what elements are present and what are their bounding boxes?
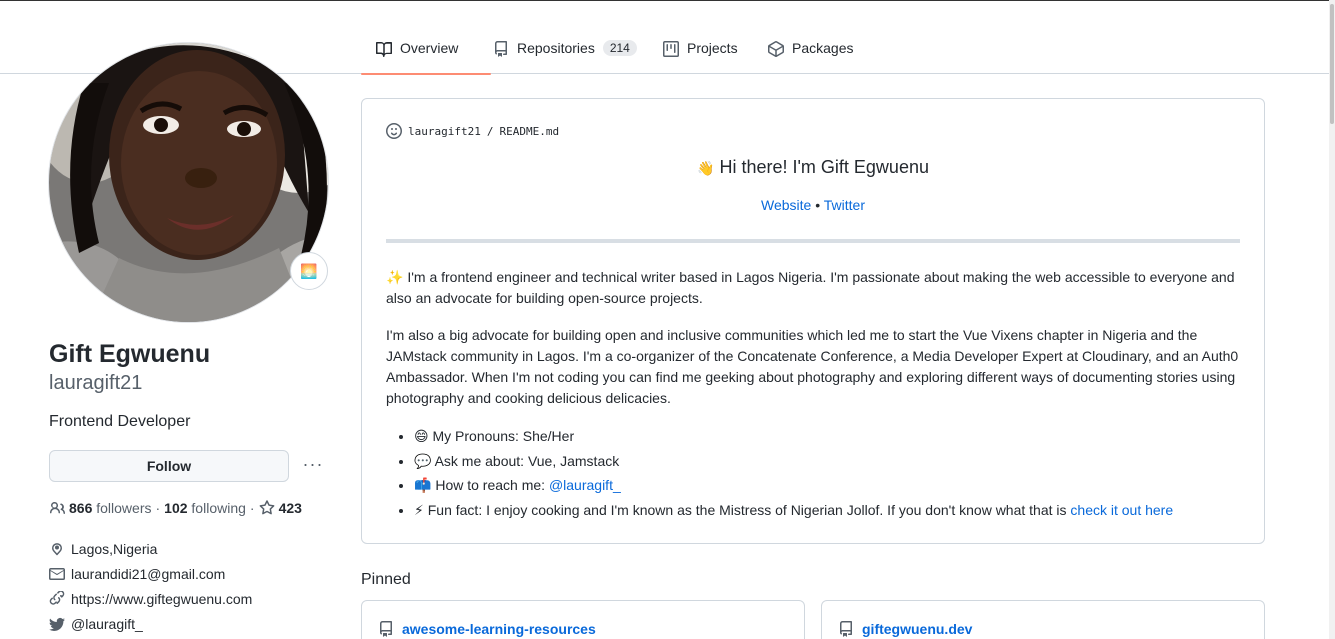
location-text: Lagos,Nigeria: [71, 541, 158, 557]
waving-hand-icon: 👋: [697, 160, 715, 176]
pinned-repo-link[interactable]: awesome-learning-resources: [378, 621, 596, 637]
bullet-text: My Pronouns: She/Her: [432, 428, 575, 444]
readme-divider: [386, 239, 1240, 243]
follow-button[interactable]: Follow: [49, 450, 289, 482]
readme-owner-link[interactable]: lauragift21: [408, 125, 481, 138]
bullet-text: How to reach me:: [435, 477, 549, 493]
link-separator: •: [815, 197, 821, 213]
smile-emoji-icon: 😄: [414, 428, 429, 444]
package-icon: [768, 41, 784, 57]
mailbox-icon: 📫: [414, 477, 432, 493]
readme-paragraph-2: I'm also a big advocate for building ope…: [386, 327, 1239, 406]
twitter-text: @lauragift_: [71, 616, 143, 632]
readme-file-link[interactable]: README.md: [499, 125, 559, 138]
readme-path-separator: /: [486, 124, 494, 138]
tab-packages[interactable]: Packages: [768, 28, 853, 74]
sunrise-icon: 🌅: [300, 262, 318, 279]
active-tab-indicator: [361, 73, 491, 75]
website-link[interactable]: Website: [761, 197, 811, 213]
readme-bullet-list: 😄 My Pronouns: She/Her 💬 Ask me about: V…: [414, 426, 1244, 524]
pinned-repo-card: awesome-learning-resources: [361, 600, 805, 639]
tab-repositories-label: Repositories: [517, 40, 595, 56]
twitter-icon: [49, 617, 65, 631]
website-text: https://www.giftegwuenu.com: [71, 591, 253, 607]
speech-bubble-icon: 💬: [414, 452, 432, 469]
following-count: 102: [164, 500, 188, 516]
pinned-repo-name: giftegwuenu.dev: [862, 621, 973, 637]
lightning-icon: ⚡: [414, 501, 424, 518]
jollof-link[interactable]: check it out here: [1070, 502, 1173, 518]
followers-link[interactable]: 866 followers: [69, 500, 152, 516]
vertical-scrollbar[interactable]: [1329, 0, 1335, 639]
readme-links: Website • Twitter: [362, 197, 1264, 213]
tab-overview-label: Overview: [400, 40, 459, 56]
book-icon: [376, 41, 392, 57]
sparkles-icon: ✨: [386, 269, 404, 285]
profile-bio: Frontend Developer: [49, 413, 191, 430]
follow-stats: 866 followers · 102 following · 423: [49, 500, 302, 516]
twitter-link[interactable]: Twitter: [824, 197, 865, 213]
project-icon: [663, 41, 679, 57]
profile-location: Lagos,Nigeria: [49, 541, 157, 557]
repo-icon: [840, 621, 852, 637]
smiley-icon: [386, 123, 402, 139]
list-item: ⚡ Fun fact: I enjoy cooking and I'm know…: [414, 500, 1244, 525]
twitter-handle-link[interactable]: @lauragift_: [549, 477, 621, 493]
link-icon: [49, 591, 65, 605]
tab-repositories[interactable]: Repositories 214: [493, 28, 637, 74]
following-link[interactable]: 102 following: [164, 500, 246, 516]
status-emoji-button[interactable]: 🌅: [290, 252, 328, 290]
list-item: 📫 How to reach me: @lauragift_: [414, 475, 1244, 500]
profile-login: lauragift21: [49, 372, 143, 394]
more-options-button[interactable]: ···: [300, 455, 326, 477]
tab-packages-label: Packages: [792, 40, 854, 56]
tab-projects-label: Projects: [687, 40, 738, 56]
followers-count: 866: [69, 500, 93, 516]
tab-overview[interactable]: Overview: [361, 28, 491, 75]
readme-path: lauragift21 / README.md: [386, 123, 559, 139]
pinned-repo-name: awesome-learning-resources: [402, 621, 596, 637]
stars-count: 423: [278, 500, 302, 516]
stars-link[interactable]: 423: [259, 500, 302, 516]
pinned-repo-card: giftegwuenu.dev: [821, 600, 1265, 639]
readme-heading-text: Hi there! I'm Gift Egwuenu: [719, 157, 929, 177]
people-icon: [49, 502, 65, 514]
repositories-count-badge: 214: [602, 40, 637, 56]
scrollbar-thumb[interactable]: [1330, 4, 1334, 124]
mail-icon: [49, 568, 65, 580]
pinned-repo-link[interactable]: giftegwuenu.dev: [838, 621, 972, 637]
location-icon: [52, 543, 62, 556]
pinned-heading: Pinned: [361, 571, 411, 588]
readme-heading: 👋 Hi there! I'm Gift Egwuenu: [362, 157, 1264, 178]
star-icon: [259, 500, 274, 515]
profile-name: Gift Egwuenu: [49, 340, 211, 368]
stats-separator: ·: [155, 500, 161, 516]
profile-readme: lauragift21 / README.md 👋 Hi there! I'm …: [361, 98, 1265, 544]
readme-paragraph-1-text: I'm a frontend engineer and technical wr…: [386, 269, 1235, 306]
bullet-text: Ask me about: Vue, Jamstack: [434, 452, 620, 469]
followers-label: followers: [96, 500, 152, 516]
list-item: 😄 My Pronouns: She/Her: [414, 426, 1244, 451]
bullet-text: Fun fact: I enjoy cooking and I'm known …: [427, 501, 1071, 518]
repo-icon: [380, 621, 392, 637]
readme-paragraph-1: ✨ I'm a frontend engineer and technical …: [386, 267, 1246, 309]
list-item: 💬 Ask me about: Vue, Jamstack: [414, 451, 1244, 476]
stats-separator: ·: [249, 500, 255, 516]
following-label: following: [191, 500, 246, 516]
avatar-photo: [49, 43, 328, 322]
email-text: laurandidi21@gmail.com: [71, 566, 226, 582]
profile-website[interactable]: https://www.giftegwuenu.com: [49, 591, 252, 607]
profile-email[interactable]: laurandidi21@gmail.com: [49, 566, 225, 582]
window-top-border: [0, 0, 1335, 1]
tab-projects[interactable]: Projects: [663, 28, 738, 74]
profile-twitter[interactable]: @lauragift_: [49, 616, 143, 632]
repo-icon: [495, 41, 507, 57]
profile-avatar[interactable]: [48, 42, 329, 323]
